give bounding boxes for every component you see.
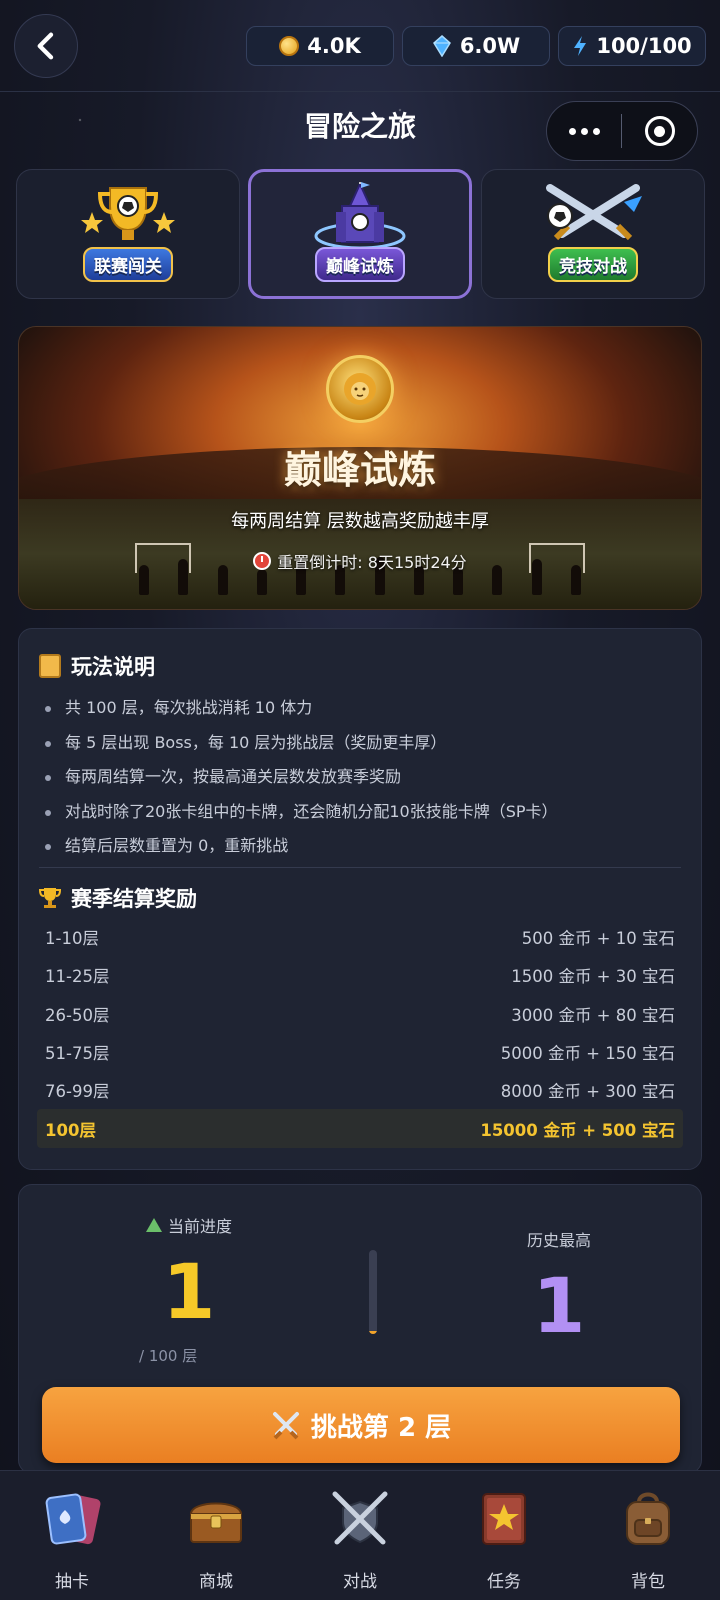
reward-range: 76-99层 <box>45 1082 110 1102</box>
nav-backpack-label: 背包 <box>631 1572 665 1592</box>
reward-row: 11-25层 1500 金币 + 30 宝石 <box>37 956 683 994</box>
best-floor-value: 1 <box>532 1261 586 1350</box>
nav-quests[interactable]: 任务 <box>432 1471 576 1600</box>
lightning-icon <box>574 36 587 56</box>
banner-title: 巅峰试炼 <box>283 448 436 492</box>
progress-bar-fill <box>369 1330 377 1334</box>
current-progress-label: 当前进度 <box>167 1217 232 1236</box>
more-options-button[interactable] <box>547 102 621 160</box>
rules-heading: 玩法说明 <box>39 651 155 681</box>
rule-item: 结算后层数重置为 0，重新挑战 <box>43 829 558 864</box>
gem-icon <box>432 35 451 57</box>
nav-battle-label: 对战 <box>343 1572 377 1592</box>
best-progress-label: 历史最高 <box>526 1231 591 1250</box>
rewards-table: 1-10层 500 金币 + 10 宝石 11-25层 1500 金币 + 30 宝… <box>37 918 683 1148</box>
nav-shop-label: 商城 <box>199 1572 233 1592</box>
rule-item: 每两周结算一次，按最高通关层数发放赛季奖励 <box>43 760 558 795</box>
rule-item: 对战时除了20张卡组中的卡牌，还会随机分配10张技能卡牌（SP卡） <box>43 795 558 830</box>
current-floor-value: 1 <box>162 1247 216 1336</box>
energy-value: 100/100 <box>596 34 692 58</box>
reward-value: 8000 金币 + 300 宝石 <box>500 1082 675 1102</box>
challenge-floor-label: 挑战第 2 层 <box>310 1412 452 1443</box>
coin-balance[interactable]: 4.0K <box>246 26 394 66</box>
reward-range: 26-50层 <box>45 1005 110 1025</box>
miniapp-capsule <box>546 101 698 161</box>
total-floors-label: / 100 层 <box>139 1347 198 1365</box>
scroll-icon <box>39 654 61 678</box>
castle-icon <box>314 182 406 250</box>
top-bar: 4.0K 6.0W 100/100 <box>0 0 720 92</box>
cards-icon <box>40 1487 104 1551</box>
back-button[interactable] <box>14 14 78 78</box>
target-circle-icon <box>644 116 675 146</box>
backpack-icon <box>616 1487 680 1551</box>
rules-list: 共 100 层，每次挑战消耗 10 体力 每 5 层出现 Boss，每 10 层… <box>43 691 558 864</box>
bottom-nav: 抽卡 商城 对战 任务 背包 <box>0 1470 720 1600</box>
more-dots-icon <box>568 127 576 135</box>
peak-trial-banner: 巅峰试炼 每两周结算 层数越高奖励越丰厚 重置倒计时: 8天15时24分 <box>18 326 702 610</box>
rewards-heading-text: 赛季结算奖励 <box>71 887 197 911</box>
banner-subtitle: 每两周结算 层数越高奖励越丰厚 <box>231 511 489 532</box>
nav-shop[interactable]: 商城 <box>144 1471 288 1600</box>
chevron-left-icon <box>37 32 54 60</box>
crossed-swords-shield-icon <box>328 1487 392 1551</box>
lion-emblem-icon <box>326 355 394 423</box>
rules-card: 玩法说明 共 100 层，每次挑战消耗 10 体力 每 5 层出现 Boss，每… <box>18 628 702 1170</box>
energy-balance[interactable]: 100/100 <box>558 26 706 66</box>
reward-value: 1500 金币 + 30 宝石 <box>511 967 675 987</box>
tab-arena[interactable]: 竞技对战 <box>481 169 705 299</box>
best-progress: 历史最高 1 <box>489 1227 629 1351</box>
reward-value: 5000 金币 + 150 宝石 <box>500 1044 675 1064</box>
reset-countdown: 重置倒计时: 8天15时24分 <box>19 549 701 573</box>
nav-backpack[interactable]: 背包 <box>576 1471 720 1600</box>
quest-book-icon <box>472 1487 536 1551</box>
nav-quests-label: 任务 <box>487 1572 521 1592</box>
rule-item: 每 5 层出现 Boss，每 10 层为挑战层（奖励更丰厚） <box>43 726 558 761</box>
coin-value: 4.0K <box>307 34 361 58</box>
nav-draw-cards[interactable]: 抽卡 <box>0 1471 144 1600</box>
rule-item: 共 100 层，每次挑战消耗 10 体力 <box>43 691 558 726</box>
rewards-heading: 赛季结算奖励 <box>39 883 197 913</box>
progress-bar <box>369 1250 377 1334</box>
alarm-clock-icon <box>253 552 272 570</box>
reset-countdown-text: 重置倒计时: 8天15时24分 <box>277 553 467 572</box>
reward-row: 1-10层 500 金币 + 10 宝石 <box>37 918 683 956</box>
tab-peak-trial[interactable]: 巅峰试炼 <box>248 169 472 299</box>
crossed-swords-ball-icon <box>546 184 642 241</box>
tab-arena-label: 竞技对战 <box>548 247 638 282</box>
tab-peak-trial-label: 巅峰试炼 <box>315 247 405 282</box>
challenge-floor-button[interactable]: 挑战第 2 层 <box>42 1387 680 1463</box>
nav-battle[interactable]: 对战 <box>288 1471 432 1600</box>
reward-value: 500 金币 + 10 宝石 <box>521 929 675 949</box>
trophy-ball-icon <box>81 187 175 240</box>
rules-heading-text: 玩法说明 <box>71 655 155 679</box>
crossed-swords-icon <box>272 1412 299 1440</box>
reward-range: 1-10层 <box>45 929 99 949</box>
reward-row: 26-50层 3000 金币 + 80 宝石 <box>37 995 683 1033</box>
tab-league-label: 联赛闯关 <box>83 247 173 282</box>
current-progress: 当前进度 1 / 100 层 <box>119 1213 259 1366</box>
divider <box>39 867 681 868</box>
coin-icon <box>279 36 300 56</box>
treasure-chest-icon <box>184 1487 248 1551</box>
reward-range: 11-25层 <box>45 967 110 987</box>
progress-card: 当前进度 1 / 100 层 历史最高 1 挑战第 2 层 <box>18 1184 702 1474</box>
trophy-icon <box>39 888 61 908</box>
reward-range: 51-75层 <box>45 1044 110 1064</box>
reward-row: 51-75层 5000 金币 + 150 宝石 <box>37 1033 683 1071</box>
reward-row: 76-99层 8000 金币 + 300 宝石 <box>37 1071 683 1109</box>
reward-value: 15000 金币 + 500 宝石 <box>480 1120 675 1140</box>
reward-range: 100层 <box>45 1120 96 1140</box>
reward-row-highlight: 100层 15000 金币 + 500 宝石 <box>37 1109 683 1148</box>
tab-league[interactable]: 联赛闯关 <box>16 169 240 299</box>
nav-draw-cards-label: 抽卡 <box>55 1572 89 1592</box>
reward-value: 3000 金币 + 80 宝石 <box>511 1005 675 1025</box>
mountain-icon <box>145 1218 162 1232</box>
gem-balance[interactable]: 6.0W <box>402 26 550 66</box>
close-miniapp-button[interactable] <box>622 116 697 146</box>
gem-value: 6.0W <box>459 34 521 58</box>
